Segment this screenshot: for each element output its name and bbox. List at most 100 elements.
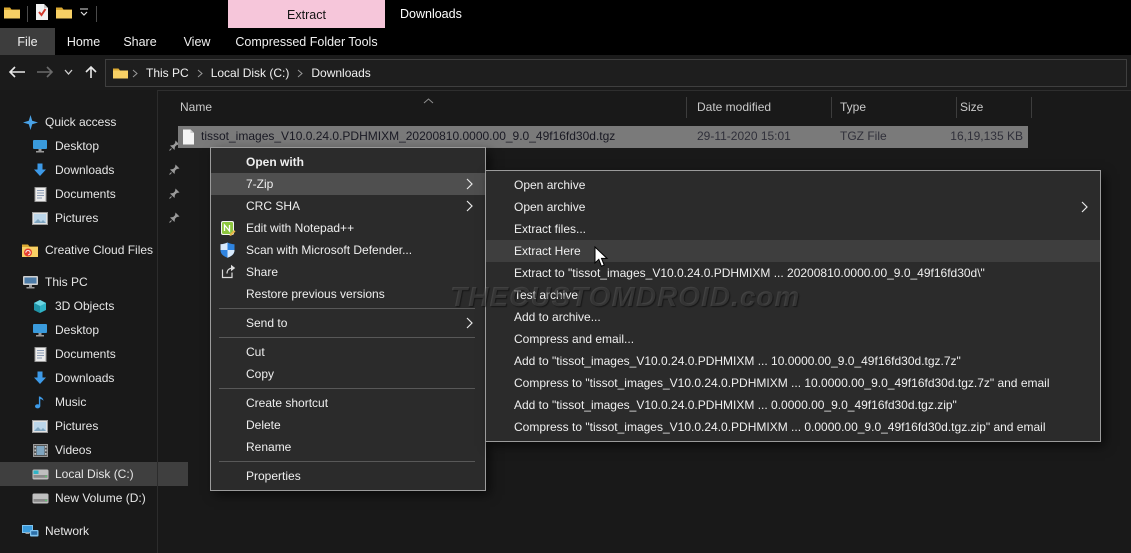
menu-item-scan-with-microsoft-defender[interactable]: Scan with Microsoft Defender... bbox=[211, 239, 485, 261]
file-type: TGZ File bbox=[840, 129, 887, 143]
column-header-size[interactable]: Size bbox=[960, 100, 983, 114]
pictures-icon bbox=[31, 212, 49, 225]
back-button[interactable] bbox=[6, 61, 28, 83]
column-separator[interactable] bbox=[1031, 97, 1032, 118]
up-arrow-icon bbox=[85, 65, 97, 79]
breadcrumb-local-disk-c[interactable]: Local Disk (C:) bbox=[205, 66, 296, 80]
pictures-icon bbox=[31, 420, 49, 433]
column-header-date-modified[interactable]: Date modified bbox=[697, 100, 771, 114]
ribbon-contextual-tab-extract[interactable]: Extract bbox=[228, 0, 385, 30]
menu-item-properties[interactable]: Properties bbox=[211, 465, 485, 487]
column-separator[interactable] bbox=[686, 97, 687, 118]
toolbar-separator bbox=[96, 6, 97, 22]
tab-file[interactable]: File bbox=[0, 28, 55, 55]
column-header-type[interactable]: Type bbox=[840, 100, 866, 114]
sidebar-item-desktop[interactable]: Desktop bbox=[0, 318, 188, 342]
menu-item-delete[interactable]: Delete bbox=[211, 414, 485, 436]
seven-zip-submenu: Open archive Open archive Extract files.… bbox=[485, 170, 1101, 442]
this-pc-icon bbox=[21, 275, 39, 289]
sidebar-item-new-volume-d[interactable]: New Volume (D:) bbox=[0, 486, 188, 510]
sidebar-item-local-disk-c[interactable]: Local Disk (C:) bbox=[0, 462, 188, 486]
submenu-item-open-archive-as[interactable]: Open archive bbox=[486, 196, 1100, 218]
explorer-app-icon bbox=[4, 6, 20, 22]
breadcrumb-this-pc[interactable]: This PC bbox=[140, 66, 195, 80]
properties-qat-icon[interactable] bbox=[35, 4, 49, 23]
recent-locations-button[interactable] bbox=[60, 61, 76, 83]
tab-compressed-folder-tools[interactable]: Compressed Folder Tools bbox=[228, 28, 385, 55]
forward-button[interactable] bbox=[34, 61, 56, 83]
menu-item-open-with[interactable]: Open with bbox=[211, 151, 485, 173]
customize-toolbar-chevron-icon[interactable] bbox=[79, 6, 89, 21]
navigation-bar: This PC Local Disk (C:) Downloads bbox=[0, 55, 1131, 91]
music-note-icon bbox=[31, 395, 49, 409]
menu-item-crc-sha[interactable]: CRC SHA bbox=[211, 195, 485, 217]
column-separator[interactable] bbox=[956, 97, 957, 118]
sidebar-item-downloads-pinned[interactable]: Downloads bbox=[0, 158, 188, 182]
submenu-chevron-icon bbox=[1081, 201, 1088, 213]
menu-separator bbox=[211, 458, 485, 465]
sidebar-item-downloads[interactable]: Downloads bbox=[0, 366, 188, 390]
ribbon-tab-row: File Home Share View Compressed Folder T… bbox=[0, 28, 1131, 55]
submenu-item-add-to-archive[interactable]: Add to archive... bbox=[486, 306, 1100, 328]
documents-icon bbox=[31, 187, 49, 202]
new-folder-qat-icon[interactable] bbox=[56, 6, 72, 22]
videos-icon bbox=[31, 444, 49, 457]
drive-icon bbox=[31, 493, 49, 504]
sidebar-item-creative-cloud-files[interactable]: Creative Cloud Files bbox=[0, 238, 178, 262]
desktop-icon bbox=[31, 323, 49, 337]
menu-item-create-shortcut[interactable]: Create shortcut bbox=[211, 392, 485, 414]
tab-share[interactable]: Share bbox=[112, 28, 168, 55]
tab-view[interactable]: View bbox=[168, 28, 226, 55]
column-separator[interactable] bbox=[831, 97, 832, 118]
submenu-item-open-archive[interactable]: Open archive bbox=[486, 174, 1100, 196]
menu-item-7-zip[interactable]: 7-Zip bbox=[211, 173, 485, 195]
breadcrumb-chevron-icon bbox=[130, 69, 140, 78]
network-icon bbox=[21, 525, 39, 538]
file-size: 16,19,135 KB bbox=[900, 129, 1023, 143]
sort-ascending-icon bbox=[423, 93, 434, 107]
submenu-chevron-icon bbox=[466, 178, 473, 190]
column-header-name[interactable]: Name bbox=[180, 100, 212, 114]
tab-home[interactable]: Home bbox=[55, 28, 112, 55]
breadcrumb-chevron-icon bbox=[195, 69, 205, 78]
sidebar-item-3d-objects[interactable]: 3D Objects bbox=[0, 294, 188, 318]
breadcrumb-downloads[interactable]: Downloads bbox=[305, 66, 376, 80]
menu-item-cut[interactable]: Cut bbox=[211, 341, 485, 363]
up-button[interactable] bbox=[80, 61, 102, 83]
menu-item-edit-with-notepad-plus-plus[interactable]: Edit with Notepad++ bbox=[211, 217, 485, 239]
submenu-item-compress-and-email[interactable]: Compress and email... bbox=[486, 328, 1100, 350]
submenu-item-extract-here[interactable]: Extract Here bbox=[486, 240, 1100, 262]
menu-item-copy[interactable]: Copy bbox=[211, 363, 485, 385]
sidebar-item-pictures[interactable]: Pictures bbox=[0, 414, 188, 438]
sidebar-item-documents[interactable]: Documents bbox=[0, 342, 188, 366]
submenu-item-compress-to-7z-and-email[interactable]: Compress to "tissot_images_V10.0.24.0.PD… bbox=[486, 372, 1100, 394]
sidebar-item-this-pc[interactable]: This PC bbox=[0, 270, 178, 294]
pane-divider[interactable] bbox=[157, 90, 158, 553]
sidebar-item-desktop-pinned[interactable]: Desktop bbox=[0, 134, 188, 158]
drive-icon bbox=[31, 469, 49, 480]
submenu-item-compress-to-zip-and-email[interactable]: Compress to "tissot_images_V10.0.24.0.PD… bbox=[486, 416, 1100, 438]
submenu-item-test-archive[interactable]: Test archive bbox=[486, 284, 1100, 306]
sidebar-item-videos[interactable]: Videos bbox=[0, 438, 188, 462]
quick-access-star-icon bbox=[21, 115, 39, 130]
sidebar-item-network[interactable]: Network bbox=[0, 519, 178, 543]
address-bar[interactable]: This PC Local Disk (C:) Downloads bbox=[105, 59, 1127, 87]
sidebar-item-quick-access[interactable]: Quick access bbox=[0, 110, 178, 134]
menu-item-rename[interactable]: Rename bbox=[211, 436, 485, 458]
pin-icon bbox=[169, 188, 180, 202]
submenu-item-extract-to-folder[interactable]: Extract to "tissot_images_V10.0.24.0.PDH… bbox=[486, 262, 1100, 284]
sidebar-item-documents-pinned[interactable]: Documents bbox=[0, 182, 188, 206]
file-row-selected[interactable]: tissot_images_V10.0.24.0.PDHMIXM_2020081… bbox=[178, 126, 1028, 148]
sidebar-item-pictures-pinned[interactable]: Pictures bbox=[0, 206, 188, 230]
submenu-item-add-to-zip[interactable]: Add to "tissot_images_V10.0.24.0.PDHMIXM… bbox=[486, 394, 1100, 416]
context-menu: Open with 7-Zip CRC SHA Edit with Notepa… bbox=[210, 147, 486, 491]
menu-item-send-to[interactable]: Send to bbox=[211, 312, 485, 334]
menu-item-restore-previous-versions[interactable]: Restore previous versions bbox=[211, 283, 485, 305]
sidebar-item-music[interactable]: Music bbox=[0, 390, 188, 414]
chevron-down-icon bbox=[64, 69, 73, 75]
menu-separator bbox=[211, 334, 485, 341]
menu-item-share[interactable]: Share bbox=[211, 261, 485, 283]
submenu-item-extract-files[interactable]: Extract files... bbox=[486, 218, 1100, 240]
folder-icon bbox=[113, 67, 128, 79]
submenu-item-add-to-7z[interactable]: Add to "tissot_images_V10.0.24.0.PDHMIXM… bbox=[486, 350, 1100, 372]
